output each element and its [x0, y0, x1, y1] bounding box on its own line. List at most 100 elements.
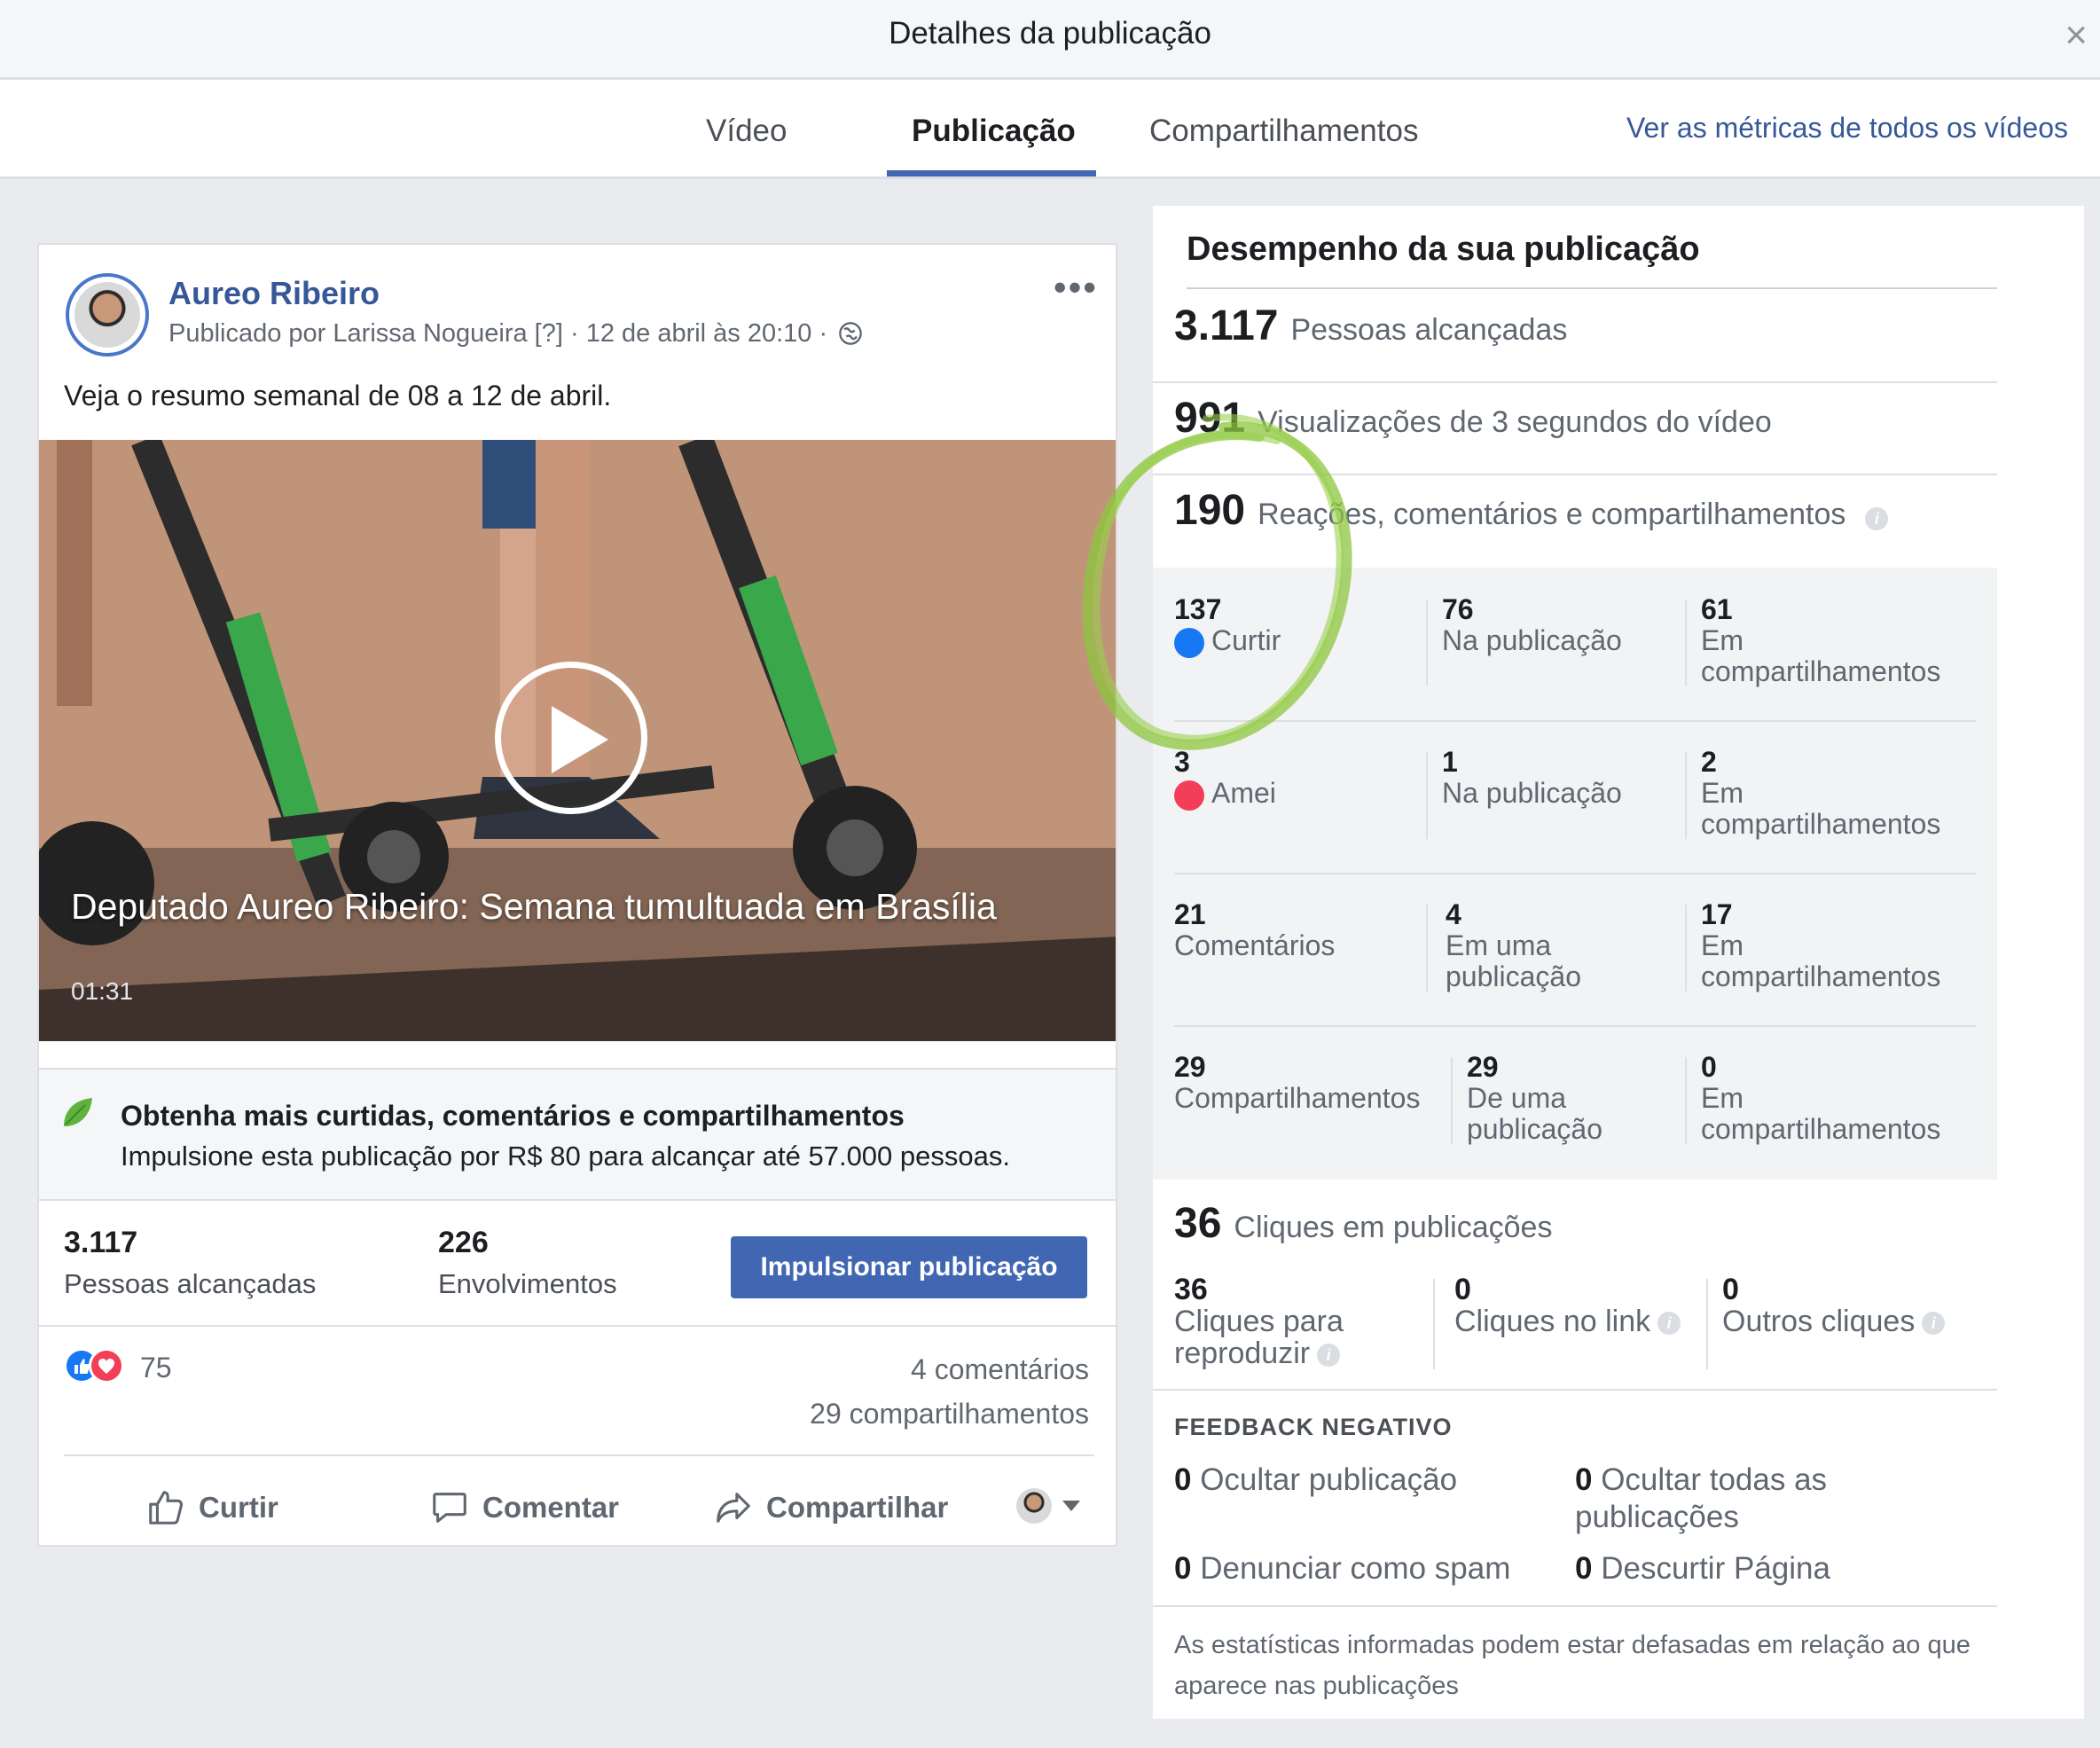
- negative-report-spam: 0 Denunciar como spam: [1174, 1550, 1564, 1587]
- dialog-body: Aureo Ribeiro Publicado por Larissa Nogu…: [0, 179, 2100, 1748]
- divider: [1426, 905, 1428, 992]
- reaction-count: 75: [140, 1352, 172, 1384]
- love-icon: [1174, 780, 1204, 811]
- engagement-label: Envolvimentos: [438, 1268, 617, 1299]
- author-name[interactable]: Aureo Ribeiro: [168, 275, 380, 312]
- comment-label: Comentar: [482, 1491, 620, 1524]
- divider: [1153, 1389, 1997, 1391]
- divider: [1685, 905, 1687, 992]
- engagement-breakdown: 137 Curtir 76 Na publicação 61 Em compar…: [1153, 568, 1997, 1180]
- negative-hide-all: 0 Ocultar todas as publicações: [1575, 1462, 1947, 1536]
- on-shares-number: 2: [1701, 746, 1717, 778]
- on-post-label: Em uma publicação: [1446, 929, 1581, 992]
- clicks-row: 36 Cliques em publicações: [1174, 1199, 1552, 1248]
- close-icon[interactable]: ×: [2065, 16, 2088, 55]
- divider: [1451, 1057, 1453, 1144]
- divider: [1426, 600, 1428, 686]
- breakdown-total-number: 21: [1174, 898, 1206, 930]
- share-icon: [717, 1493, 750, 1523]
- breakdown-row-likes: 137 Curtir 76 Na publicação 61 Em compar…: [1153, 568, 1997, 720]
- on-post-number: 76: [1442, 593, 1474, 625]
- negative-number: 0: [1575, 1551, 1593, 1586]
- click-number: 0: [1722, 1273, 1739, 1306]
- breakdown-total: 21 Comentários: [1174, 899, 1335, 961]
- comment-icon: [433, 1493, 466, 1523]
- video-player[interactable]: Deputado Aureo Ribeiro: Semana tumultuad…: [39, 440, 1116, 1041]
- on-post-number: 1: [1442, 746, 1458, 778]
- engagement-row: 190 Reações, comentários e compartilhame…: [1174, 486, 1889, 535]
- profile-avatar: [1016, 1488, 1052, 1524]
- negative-label: Denunciar como spam: [1200, 1551, 1511, 1586]
- breakdown-on-shares: 61 Em compartilhamentos: [1701, 594, 1985, 687]
- info-icon[interactable]: i: [1657, 1312, 1681, 1336]
- on-shares-label: Em compartilhamentos: [1701, 624, 1941, 687]
- on-post-label: Na publicação: [1442, 624, 1622, 656]
- breakdown-row-shares: 29 Compartilhamentos 29 De uma publicaçã…: [1153, 1025, 1997, 1178]
- breakdown-total: 3 Amei: [1174, 747, 1276, 811]
- breakdown-total-number: 3: [1174, 746, 1190, 778]
- divider: [1706, 1279, 1708, 1369]
- like-icon: [1174, 627, 1204, 658]
- more-options-icon[interactable]: •••: [1054, 266, 1098, 309]
- performance-title: Desempenho da sua publicação: [1187, 231, 1700, 268]
- comments-count[interactable]: 4 comentários: [911, 1353, 1089, 1386]
- views-number: 991: [1174, 395, 1246, 442]
- boost-post-button[interactable]: Impulsionar publicação: [731, 1236, 1087, 1298]
- boost-suggestion: Obtenha mais curtidas, comentários e com…: [39, 1068, 1116, 1201]
- click-breakdown-other: 0 Outros cliques i: [1722, 1274, 1988, 1337]
- share-button[interactable]: Compartilhar: [713, 1481, 948, 1534]
- info-icon[interactable]: i: [1922, 1312, 1946, 1336]
- breakdown-total-number: 137: [1174, 593, 1222, 625]
- on-shares-number: 61: [1701, 593, 1733, 625]
- reach-label: Pessoas alcançadas: [1290, 313, 1568, 347]
- breakdown-on-shares: 17 Em compartilhamentos: [1701, 899, 1985, 992]
- click-number: 0: [1454, 1273, 1471, 1306]
- all-video-metrics-link[interactable]: Ver as métricas de todos os vídeos: [1626, 112, 2068, 145]
- breakdown-total: 137 Curtir: [1174, 594, 1281, 658]
- globe-icon: [839, 322, 863, 345]
- info-icon[interactable]: i: [1317, 1344, 1341, 1368]
- breakdown-on-post: 4 Em uma publicação: [1446, 899, 1676, 992]
- negative-unlike-page: 0 Descurtir Página: [1575, 1550, 1965, 1587]
- performance-panel: Desempenho da sua publicação 3.117 Pesso…: [1153, 206, 2084, 1719]
- play-icon: [552, 706, 608, 773]
- engagement-number: 190: [1174, 487, 1246, 534]
- divider: [1153, 474, 1997, 475]
- disclaimer-text: As estatísticas informadas podem estar d…: [1174, 1631, 1971, 1700]
- breakdown-total-label: Amei: [1211, 777, 1276, 809]
- comment-button[interactable]: Comentar: [429, 1481, 619, 1534]
- negative-hide-post: 0 Ocultar publicação: [1174, 1462, 1547, 1499]
- engagement-label: Reações, comentários e compartilhamentos: [1258, 498, 1846, 531]
- click-breakdown-link: 0 Cliques no link i: [1454, 1274, 1712, 1337]
- divider: [1685, 752, 1687, 839]
- tab-compartilhamentos[interactable]: Compartilhamentos: [1149, 114, 1418, 149]
- boost-title: Obtenha mais curtidas, comentários e com…: [121, 1100, 905, 1132]
- negative-number: 0: [1174, 1462, 1192, 1497]
- breakdown-total-label: Comentários: [1174, 929, 1336, 961]
- thumbs-up-icon: [149, 1491, 184, 1525]
- negative-label: Ocultar publicação: [1200, 1462, 1458, 1497]
- negative-label: Descurtir Página: [1601, 1551, 1830, 1586]
- tab-publicacao[interactable]: Publicação: [912, 114, 1076, 149]
- breakdown-total-label: Compartilhamentos: [1174, 1082, 1421, 1114]
- tab-bar: Vídeo Publicação Compartilhamentos Ver a…: [0, 80, 2100, 179]
- divider: [1685, 600, 1687, 686]
- shares-count[interactable]: 29 compartilhamentos: [810, 1398, 1089, 1431]
- like-button[interactable]: Curtir: [145, 1481, 278, 1534]
- breakdown-on-post: 76 Na publicação: [1442, 594, 1622, 656]
- reach-label: Pessoas alcançadas: [64, 1268, 317, 1299]
- clicks-number: 36: [1174, 1200, 1222, 1247]
- tab-video[interactable]: Vídeo: [706, 114, 787, 149]
- divider: [1153, 381, 1997, 383]
- author-avatar[interactable]: [66, 273, 149, 357]
- dialog-title: Detalhes da publicação: [889, 16, 1211, 51]
- info-icon[interactable]: i: [1865, 507, 1889, 530]
- divider: [64, 1454, 1094, 1456]
- post-as-selector[interactable]: [1016, 1488, 1080, 1524]
- dialog-header: Detalhes da publicação ×: [0, 0, 2100, 80]
- engagement-number: 226: [438, 1226, 489, 1259]
- negative-label: Ocultar todas as publicações: [1575, 1462, 1828, 1534]
- divider: [1685, 1057, 1687, 1144]
- click-number: 36: [1174, 1273, 1208, 1306]
- breakdown-total: 29 Compartilhamentos: [1174, 1052, 1420, 1114]
